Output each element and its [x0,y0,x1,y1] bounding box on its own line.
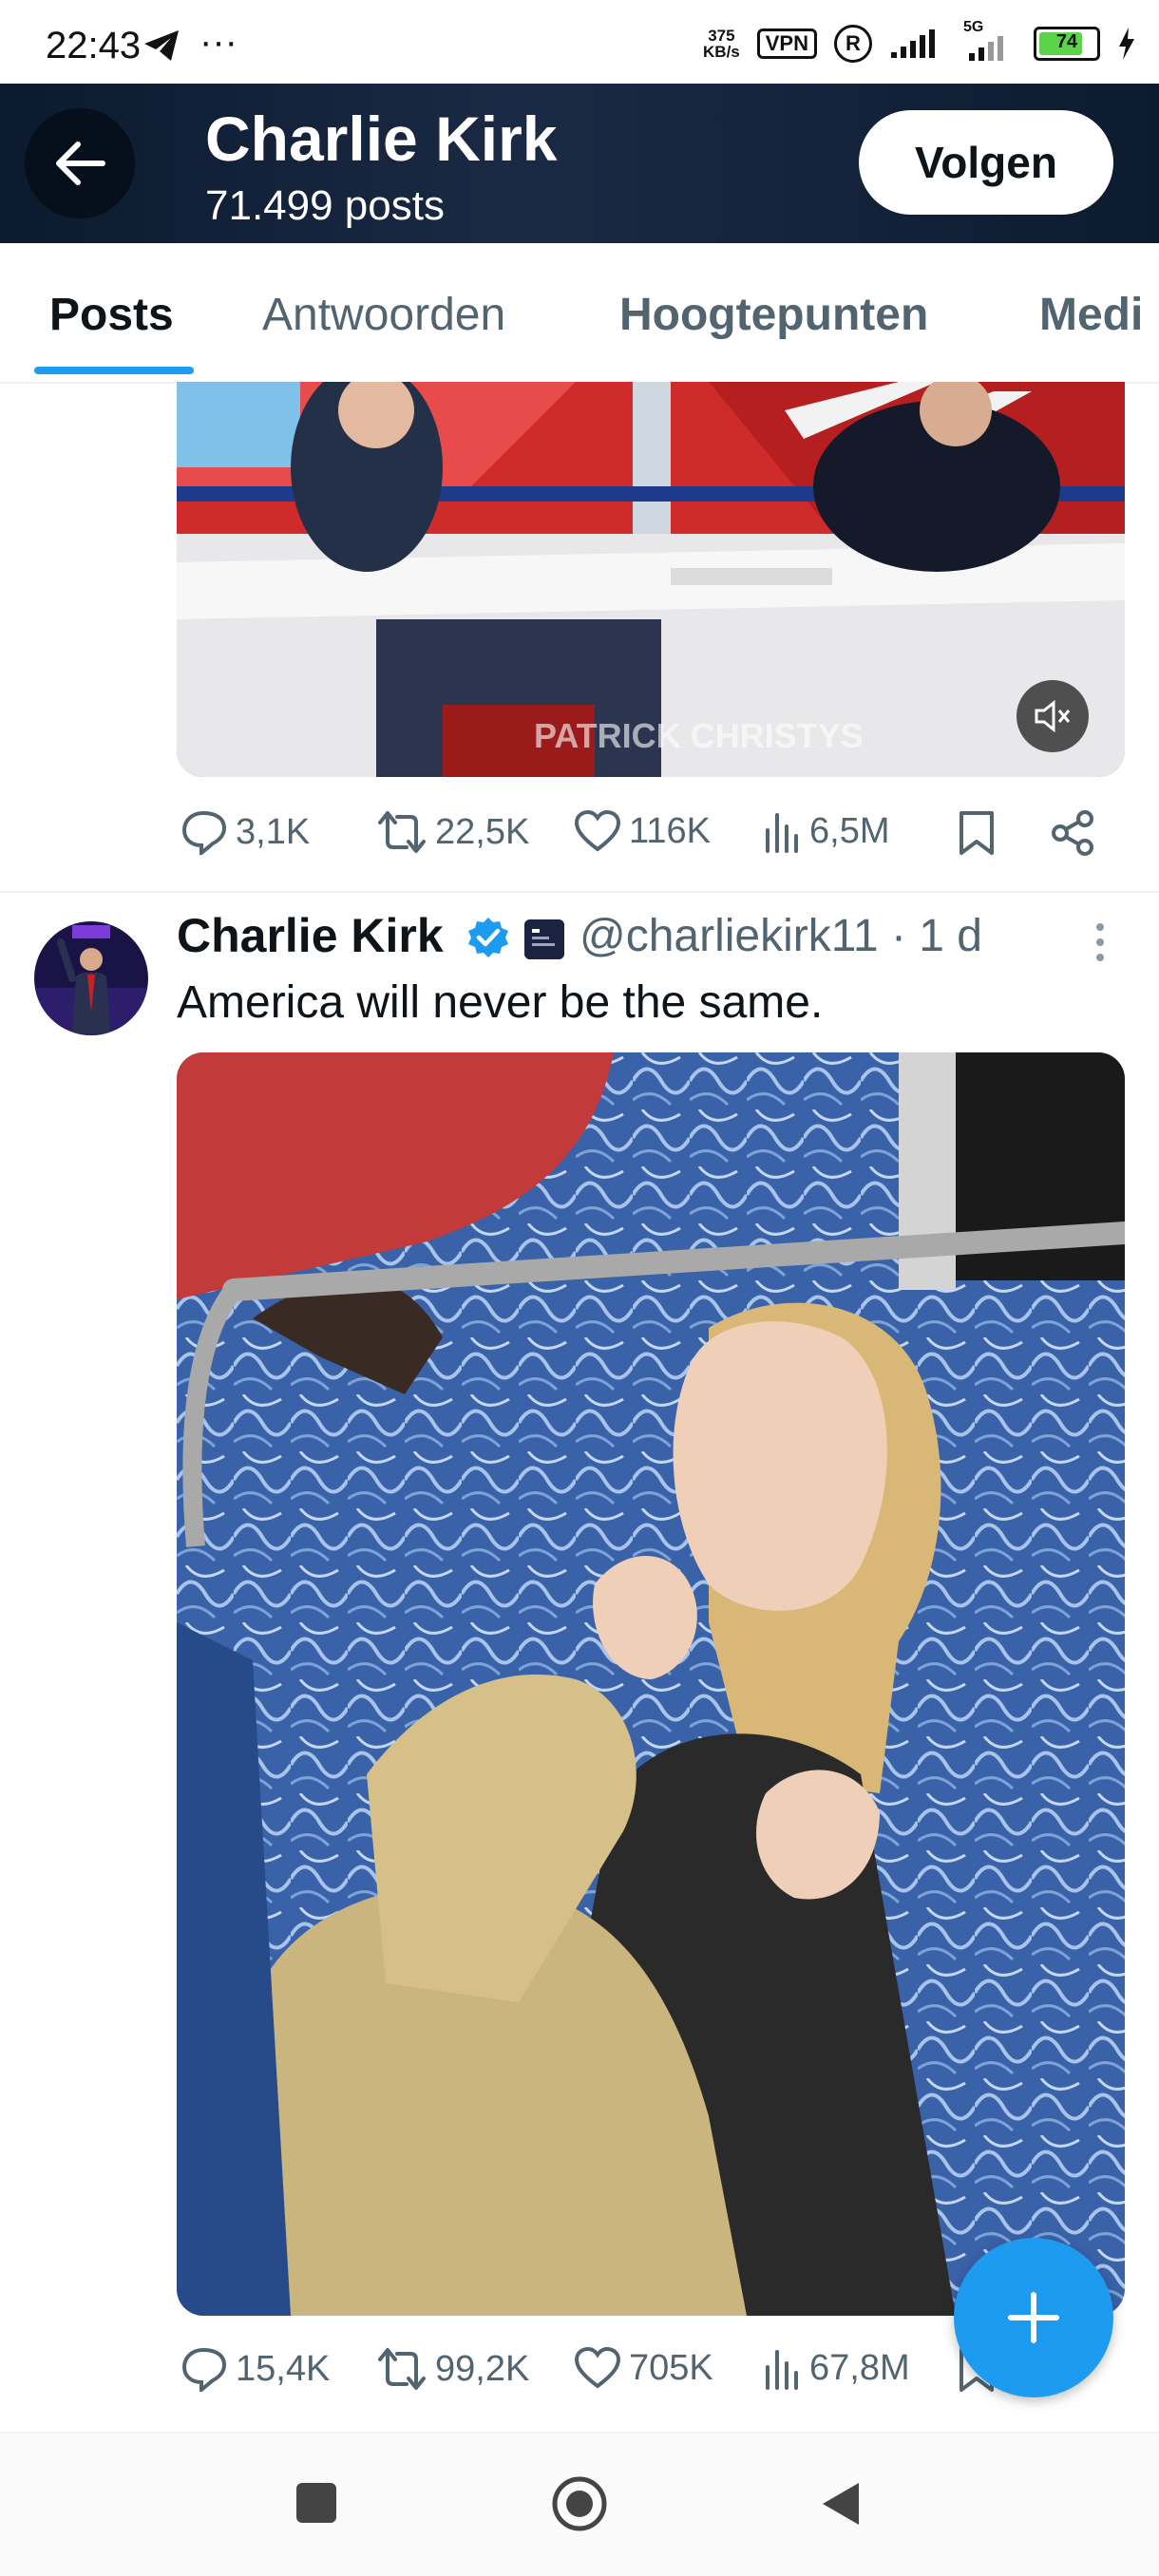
mute-button[interactable] [1016,680,1089,752]
reply-icon [181,810,227,855]
post-time: · 1 d [890,911,982,961]
triangle-back-icon [823,2483,859,2525]
status-bar: 22:43 ··· 375 KB/s VPN R 5G 74 [0,0,1159,84]
signal-icon [891,29,935,58]
signal-5g-icon: 5G [956,19,1016,63]
repost-button[interactable]: 22,5K [376,809,529,855]
video-frame [177,1052,1125,2316]
post1-video[interactable]: PATRICK CHRISTYS [177,382,1125,777]
back-nav-button[interactable] [819,2479,863,2533]
tab-highlights[interactable]: Hoogtepunten [619,289,928,341]
views-icon [766,2350,798,2390]
follow-button[interactable]: Volgen [859,110,1113,215]
repost-count: 99,2K [435,2348,530,2389]
net-speed: 375 KB/s [703,27,740,61]
speaker-muted-icon [1035,699,1071,733]
share-icon [1052,810,1093,856]
recents-button[interactable] [294,2481,338,2529]
avatar[interactable] [34,921,148,1035]
status-icons: 375 KB/s VPN R 5G 74 [703,19,1136,63]
like-count: 116K [629,810,711,851]
compose-post-button[interactable] [954,2238,1113,2397]
profile-tabs: Posts Antwoorden Hoogtepunten Medi [0,243,1159,384]
tab-media[interactable]: Medi [1039,289,1143,341]
views-button[interactable]: 6,5M [764,809,889,853]
like-button[interactable]: 116K [574,809,711,853]
views-icon [766,813,798,853]
active-tab-indicator [34,367,194,374]
status-time: 22:43 [46,25,142,66]
arrow-left-icon [56,142,105,185]
affiliate-badge-icon [524,919,564,959]
repost-button[interactable]: 99,2K [376,2346,529,2392]
reply-count: 15,4K [236,2348,331,2389]
system-navigation-bar [0,2434,1159,2576]
views-count: 67,8M [809,2347,910,2388]
verified-badge-icon [466,916,511,966]
heart-icon [574,2346,621,2389]
like-button[interactable]: 705K [574,2346,713,2390]
back-button[interactable] [25,108,135,218]
vpn-badge: VPN [756,28,817,59]
charging-icon [1119,28,1134,60]
registered-icon: R [834,25,872,63]
post-author[interactable]: Charlie Kirk [177,908,444,963]
more-notifications-icon: ··· [200,21,238,63]
post-handle-time[interactable]: @charliekirk11 · 1 d [580,910,982,962]
post-more-button[interactable] [1092,921,1108,968]
profile-header: Charlie Kirk 71.499 posts Volgen [0,84,1159,243]
repost-icon [378,811,426,853]
bookmark-icon [960,811,994,855]
post-handle[interactable]: @charliekirk11 [580,911,879,961]
home-button[interactable] [551,2475,608,2537]
views-button[interactable]: 67,8M [764,2346,910,2390]
video-caption: PATRICK CHRISTYS [534,716,864,755]
reply-count: 3,1K [236,811,311,852]
home-circle-icon [552,2476,607,2531]
views-count: 6,5M [809,810,890,851]
repost-count: 22,5K [435,811,530,852]
share-button[interactable] [1051,809,1096,857]
bookmark-button[interactable] [958,809,996,857]
like-count: 705K [629,2347,713,2388]
reply-button[interactable]: 3,1K [180,809,310,855]
square-icon [296,2483,336,2523]
tab-replies[interactable]: Antwoorden [262,289,505,341]
repost-icon [378,2348,426,2390]
header-post-count: 71.499 posts [205,182,445,229]
avatar-image [34,921,148,1035]
tab-posts[interactable]: Posts [49,289,174,341]
more-vertical-icon [1096,923,1104,961]
post-text: America will never be the same. [177,977,824,1028]
post2-video[interactable] [177,1052,1125,2316]
header-name: Charlie Kirk [205,104,558,174]
reply-button[interactable]: 15,4K [180,2346,330,2392]
telegram-icon [142,28,180,67]
battery-icon: 74 [1034,27,1100,61]
plus-icon [1008,2292,1059,2343]
reply-icon [181,2347,227,2392]
heart-icon [574,809,621,852]
post-divider [0,891,1159,893]
